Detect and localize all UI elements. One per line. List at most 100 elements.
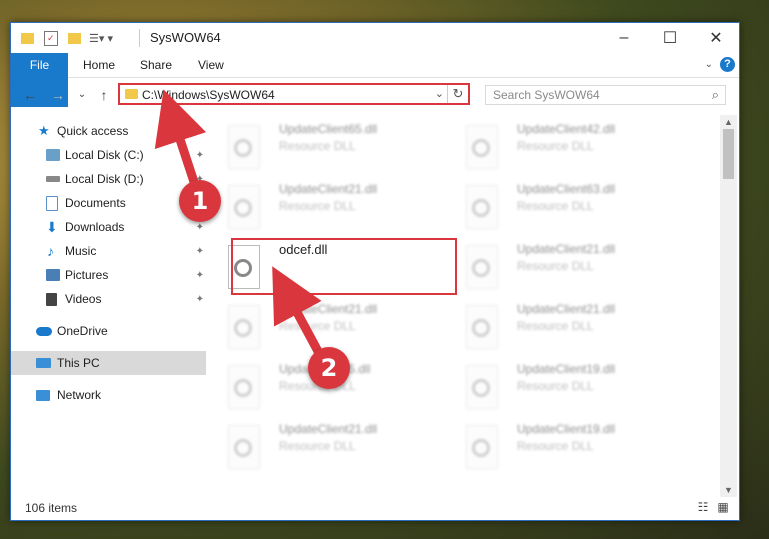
file-item[interactable]: UpdateClient19.dll Resource DLL xyxy=(444,419,674,473)
sidebar-item-label: OneDrive xyxy=(57,324,108,338)
sidebar-item-videos[interactable]: Videos ✦ xyxy=(11,287,206,311)
sidebar-item-documents[interactable]: Documents ✦ xyxy=(11,191,206,215)
file-name: UpdateClient65.dll xyxy=(279,122,378,136)
search-input[interactable]: Search SysWOW64 ⌕ xyxy=(485,85,726,105)
dll-file-icon xyxy=(466,125,498,169)
computer-icon xyxy=(36,358,51,368)
expand-ribbon-icon[interactable]: ⌄ xyxy=(705,59,713,70)
pin-icon: ✦ xyxy=(195,293,204,305)
status-bar: 106 items ☷ ▦ xyxy=(11,498,739,519)
file-item[interactable]: UpdateClient21.dll Resource DLL xyxy=(444,299,674,353)
sidebar-item-music[interactable]: ♪ Music ✦ xyxy=(11,239,206,263)
up-button[interactable]: ↑ xyxy=(95,86,113,104)
highlight-box xyxy=(231,238,457,295)
recent-locations-button[interactable]: ⌄ xyxy=(73,86,91,104)
dll-file-icon xyxy=(228,425,260,469)
scroll-down-icon[interactable]: ▼ xyxy=(720,485,737,495)
sidebar-item-local-disk-d[interactable]: Local Disk (D:) ✦ xyxy=(11,167,206,191)
file-name: UpdateClient63.dll xyxy=(517,182,616,196)
search-icon[interactable]: ⌕ xyxy=(712,87,719,103)
file-item[interactable]: UpdateClient21.dll Resource DLL xyxy=(206,299,436,353)
large-icons-view-icon[interactable]: ▦ xyxy=(715,500,731,516)
file-name: UpdateClient42.dll xyxy=(517,122,616,136)
network-icon xyxy=(36,389,50,401)
pin-icon: ✦ xyxy=(195,269,204,281)
sidebar-item-downloads[interactable]: ⬇ Downloads ✦ xyxy=(11,215,206,239)
tab-view[interactable]: View xyxy=(186,53,236,77)
help-icon[interactable]: ? xyxy=(720,57,735,72)
sidebar-item-label: Local Disk (C:) xyxy=(65,148,144,162)
item-count: 106 items xyxy=(25,501,78,515)
address-dropdown-icon[interactable]: ⌄ xyxy=(435,87,444,100)
sidebar-item-label: This PC xyxy=(57,356,100,370)
dll-file-icon xyxy=(228,305,260,349)
minimize-button[interactable]: – xyxy=(601,23,647,53)
vertical-scrollbar[interactable]: ▲ ▼ xyxy=(720,115,737,497)
sidebar-item-onedrive[interactable]: OneDrive xyxy=(11,319,206,343)
star-icon: ★ xyxy=(38,123,50,138)
file-name: UpdateClient19.dll xyxy=(517,422,616,436)
sidebar-item-quick-access[interactable]: ★ Quick access xyxy=(11,119,206,143)
dll-file-icon xyxy=(228,125,260,169)
downloads-icon: ⬇ xyxy=(46,218,58,235)
window-title: SysWOW64 xyxy=(150,30,221,45)
dll-file-icon xyxy=(466,245,498,289)
cloud-icon xyxy=(36,326,52,336)
file-type: Resource DLL xyxy=(279,199,356,213)
file-type: Resource DLL xyxy=(279,439,356,453)
file-item[interactable]: UpdateClient65.dll Resource DLL xyxy=(206,119,436,173)
tab-home[interactable]: Home xyxy=(71,53,127,77)
sidebar-item-label: Videos xyxy=(65,292,102,306)
scroll-up-icon[interactable]: ▲ xyxy=(720,117,737,127)
sidebar-item-label: Pictures xyxy=(65,268,109,282)
dll-file-icon xyxy=(228,185,260,229)
details-view-icon[interactable]: ☷ xyxy=(695,500,711,516)
dll-file-icon xyxy=(466,365,498,409)
back-button[interactable]: ← xyxy=(21,86,39,104)
file-type: Resource DLL xyxy=(517,379,594,393)
file-type: Resource DLL xyxy=(279,319,356,333)
sidebar-item-label: Quick access xyxy=(57,124,129,138)
file-item[interactable]: UpdateClient21.dll Resource DLL xyxy=(206,179,436,233)
maximize-button[interactable]: ☐ xyxy=(647,23,693,53)
address-bar[interactable]: C:\Windows\SysWOW64 ⌄ ↻ xyxy=(118,83,470,105)
sidebar-item-label: Downloads xyxy=(65,220,125,234)
file-type: Resource DLL xyxy=(517,199,594,213)
address-path[interactable]: C:\Windows\SysWOW64 xyxy=(142,88,275,102)
customize-icon[interactable]: ☰▾ ▾ xyxy=(89,32,113,45)
sidebar-item-this-pc[interactable]: This PC xyxy=(11,351,206,375)
folder-icon[interactable] xyxy=(21,32,34,44)
title-bar: ✓ ☰▾ ▾ SysWOW64 – ☐ ✕ xyxy=(11,23,739,53)
sidebar-item-label: Music xyxy=(65,244,97,258)
sidebar-item-pictures[interactable]: Pictures ✦ xyxy=(11,263,206,287)
dll-file-icon xyxy=(228,365,260,409)
file-item[interactable]: UpdateClient21.dll Resource DLL xyxy=(206,419,436,473)
file-name: UpdateClient21.dll xyxy=(517,242,616,256)
forward-button[interactable]: → xyxy=(49,86,67,104)
drive-icon xyxy=(46,176,60,182)
file-name: UpdateClient21.dll xyxy=(279,422,378,436)
refresh-button[interactable]: ↻ xyxy=(447,85,468,103)
file-item[interactable]: UpdateClient19.dll Resource DLL xyxy=(444,359,674,413)
pictures-icon xyxy=(46,269,60,281)
file-item[interactable]: UpdateClient63.dll Resource DLL xyxy=(444,179,674,233)
new-folder-icon[interactable] xyxy=(68,32,81,44)
documents-icon xyxy=(46,195,58,211)
step-1-badge: 1 xyxy=(179,180,221,222)
close-button[interactable]: ✕ xyxy=(693,23,739,53)
scroll-thumb[interactable] xyxy=(723,129,734,179)
properties-icon[interactable]: ✓ xyxy=(44,30,58,46)
dll-file-icon xyxy=(466,305,498,349)
videos-icon xyxy=(46,292,57,306)
tab-share[interactable]: Share xyxy=(128,53,184,77)
file-name: UpdateClient21.dll xyxy=(517,302,616,316)
sidebar-item-local-disk-c[interactable]: Local Disk (C:) ✦ xyxy=(11,143,206,167)
music-icon: ♪ xyxy=(47,243,54,259)
navigation-pane: ★ Quick access Local Disk (C:) ✦ Local D… xyxy=(11,115,206,495)
file-item[interactable]: UpdateClient21.dll Resource DLL xyxy=(444,239,674,293)
sidebar-item-label: Network xyxy=(57,388,102,402)
sidebar-item-network[interactable]: Network xyxy=(11,383,206,407)
file-item[interactable]: UpdateClient42.dll Resource DLL xyxy=(444,119,674,173)
search-placeholder: Search SysWOW64 xyxy=(493,88,600,102)
file-type: Resource DLL xyxy=(279,139,356,153)
